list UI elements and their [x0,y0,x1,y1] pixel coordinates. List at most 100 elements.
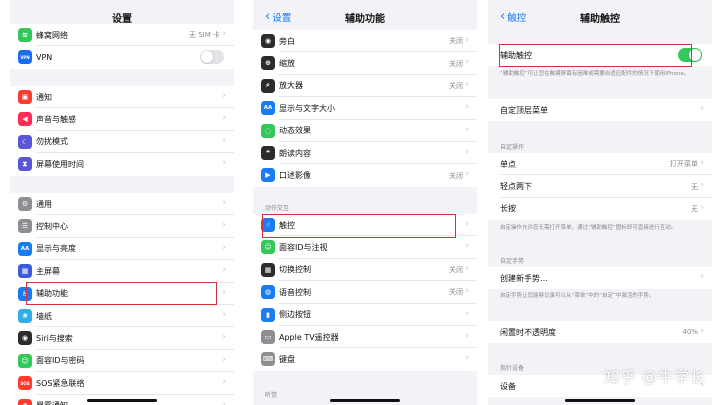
list-item[interactable]: ⌨ 键盘 › [253,348,477,370]
list-item[interactable]: 轻点两下 无 › [488,175,712,198]
zoom-icon: ⊕ [261,56,275,71]
list-item[interactable]: 单点 打开菜单 › [488,153,712,176]
highlight-assistive-touch [499,44,692,67]
section-header-custom-gestures: 自定手势 [500,258,525,265]
home-indicator [565,399,635,402]
list-item[interactable]: ▣ 通知 › [10,86,234,109]
list-item[interactable]: ❝ 朗读内容 › [253,142,477,165]
list-item[interactable]: ◀ 声音与触感 › [10,108,234,131]
list-item[interactable]: 长按 无 › [488,198,712,220]
list-item-label: 动态效果 [279,126,311,136]
chevron-right-icon: › [222,220,226,231]
list-item-label: 蜂窝网络 [36,30,68,40]
list-item[interactable]: VPN VPN [10,46,234,68]
home-indicator [330,399,400,402]
create-gesture-row[interactable]: 创建新手势… › [488,267,712,289]
assistive-touch-navbar: ‹ 触控 辅助触控 [488,0,712,34]
chevron-right-icon: › [222,158,226,169]
chevron-right-icon: › [700,180,704,191]
list-item-label: 显示与文字大小 [279,103,335,113]
faceid-icon: ☺ [261,240,275,255]
list-item[interactable]: AA 显示与亮度 › [10,238,234,261]
accessibility-panel: ‹ 设置 辅助功能 ◉ 旁白 关闭 › ⊕ 缩放 关闭 › ⌕ 放大器 关闭 › AA 显示与文字大小 › ◌… [253,0,477,405]
side-button-icon: ▮ [261,307,275,322]
list-item[interactable]: ≋ 蜂窝网络 无 SIM 卡 › [10,24,234,47]
list-item-value: 打开菜单 [670,160,698,169]
chevron-right-icon: › [465,57,469,68]
chevron-right-icon: › [222,242,226,253]
faceid-icon: ☺ [18,353,32,368]
chevron-right-icon: › [465,124,469,135]
assistive-touch-note: “辅助触控”可让您在触摸屏幕有困难或需要自适应配件的情况下使用iPhone。 [500,71,690,77]
control-center-icon: ☰ [18,219,32,234]
list-item-label: 显示与亮度 [36,244,76,254]
list-item-label: 缩放 [279,59,295,69]
list-item[interactable]: ⧗ 屏幕使用时间 › [10,153,234,175]
list-item-label: 面容ID与密码 [36,356,85,366]
highlight-touch [262,214,456,238]
section-header-pointer-devices: 指针设备 [500,365,525,372]
list-item[interactable]: ▮ 侧边按钮 › [253,304,477,326]
hourglass-icon: ⧗ [18,157,32,172]
section-header-hearing: 听觉 [265,392,278,399]
chevron-right-icon: › [222,91,226,101]
page-title: 辅助触控 [580,14,620,25]
list-item[interactable]: ◌ 动态效果 › [253,120,477,142]
list-item-label: Apple TV遥控器 [279,332,339,342]
list-item[interactable]: ❀ 墙纸 › [10,305,234,328]
display-icon: AA [18,241,32,256]
chevron-right-icon: › [465,241,469,252]
list-item[interactable]: ▦ 主屏幕 › [10,260,234,283]
toggle-knob [201,51,213,64]
list-item-label: 轻点两下 [500,182,532,192]
list-item[interactable]: ▦ 切换控制 关闭 › [253,259,477,282]
chevron-right-icon: › [700,104,704,114]
motion-icon: ◌ [261,123,275,138]
switch-control-icon: ▦ [261,262,275,277]
list-item[interactable]: AA 显示与文字大小 › [253,97,477,120]
list-item-label: 控制中心 [36,222,68,232]
list-item[interactable]: ☾ 勿扰模式 › [10,131,234,154]
chevron-right-icon: › [465,102,469,113]
list-item[interactable]: ⊕ 缩放 关闭 › [253,52,477,75]
list-item-value: 关闭 [449,265,463,274]
home-screen-icon: ▦ [18,264,32,279]
list-item-value: 关闭 [449,59,463,68]
chevron-right-icon: › [465,286,469,297]
list-item[interactable]: ⌕ 放大器 关闭 › [253,75,477,98]
list-item[interactable]: ◉ Siri与搜索 › [10,327,234,350]
list-item[interactable]: ☰ 控制中心 › [10,215,234,238]
chevron-right-icon: › [465,263,469,274]
siri-icon: ◉ [18,331,32,346]
list-item[interactable]: ▶ 口述影像 关闭 › [253,164,477,186]
list-item[interactable]: ◍ 语音控制 关闭 › [253,281,477,304]
chevron-right-icon: › [700,326,704,336]
vpn-toggle[interactable] [200,50,224,65]
list-item[interactable]: ▭ Apple TV遥控器 › [253,326,477,349]
list-item-label: 放大器 [279,81,303,91]
chevron-right-icon: › [222,287,226,298]
customize-menu-row[interactable]: 自定顶层菜单 › [488,99,712,121]
idle-opacity-label: 闲置时不透明度 [500,327,556,337]
list-item-label: 单点 [500,159,516,169]
chevron-right-icon: › [700,158,704,168]
list-item[interactable]: ◉ 旁白 关闭 › [253,30,477,53]
create-gesture-label: 创建新手势… [500,273,548,283]
voiceover-icon: ◉ [261,34,275,48]
home-indicator [87,399,157,402]
network-group: ≋ 蜂窝网络 无 SIM 卡 › VPN VPN [10,24,234,69]
list-item[interactable]: ⚙ 通用 › [10,193,234,216]
list-item-label: 语音控制 [279,287,311,297]
idle-opacity-row[interactable]: 闲置时不透明度 40% › [488,321,712,343]
list-item-label: 通用 [36,199,52,209]
idle-opacity-value: 40% [682,328,698,337]
text-size-icon: AA [261,101,275,116]
list-item-label: 侧边按钮 [279,310,311,320]
sound-icon: ◀ [18,112,32,127]
list-item[interactable]: ☺ 面容ID与注视 › [253,236,477,259]
list-item[interactable]: ☺ 面容ID与密码 › [10,350,234,373]
list-item-label: 朗读内容 [279,148,311,158]
page-title: 辅助功能 [345,14,385,25]
list-item-label: 声音与触感 [36,115,76,125]
list-item[interactable]: SOS SOS紧急联络 › [10,372,234,395]
